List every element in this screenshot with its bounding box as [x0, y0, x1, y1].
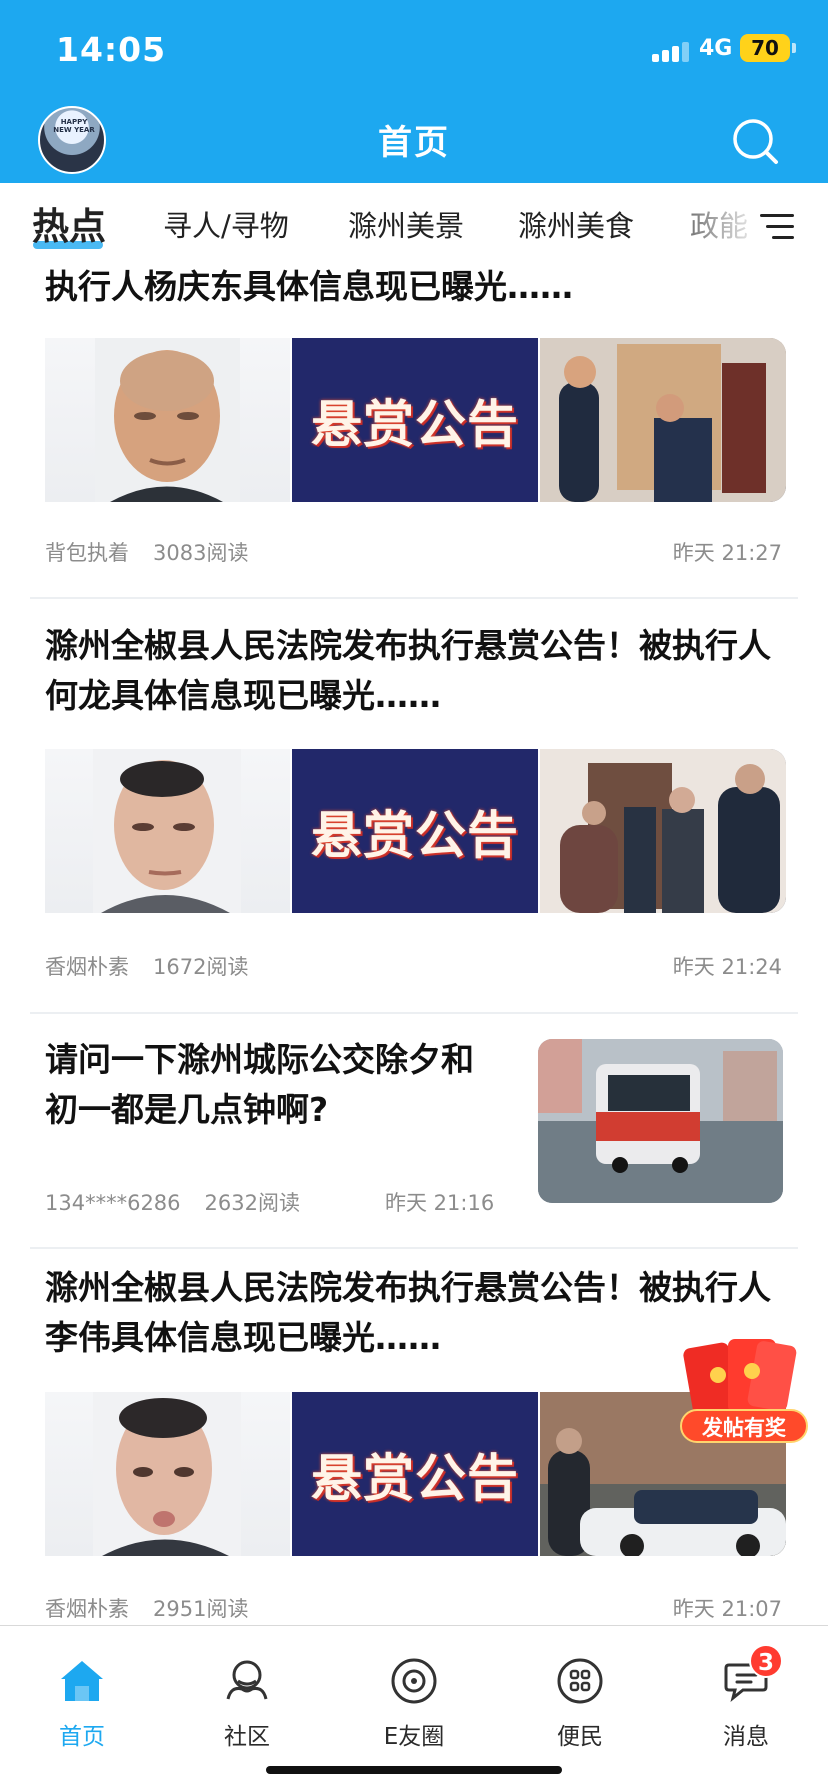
page-title: 首页: [378, 123, 450, 163]
article-reads: 3083阅读: [153, 541, 249, 565]
status-bar: 14:05 4G 70: [0, 0, 828, 98]
reward-notice-text: 悬赏公告: [310, 807, 519, 866]
post-reward-label: 发帖有奖: [680, 1409, 808, 1443]
tab-scenery[interactable]: 滁州美景: [348, 203, 464, 245]
portrait-image: [45, 338, 290, 502]
battery-indicator: 70: [740, 34, 790, 62]
nav-friends-label: E友圈: [383, 1724, 445, 1750]
tab-fade-overlay: [690, 183, 828, 257]
nav-home-label: 首页: [59, 1724, 105, 1750]
home-icon: [61, 1661, 103, 1701]
article-images[interactable]: 悬赏公告: [45, 749, 786, 913]
nav-services-label: 便民: [557, 1724, 603, 1750]
reward-notice-text: 悬赏公告: [310, 1450, 519, 1509]
tab-lost-found[interactable]: 寻人/寻物: [163, 203, 289, 245]
status-time: 14:05: [56, 30, 167, 69]
bus-image: [538, 1039, 783, 1203]
article-reads: 2632阅读: [204, 1191, 300, 1215]
community-icon: [226, 1660, 268, 1700]
friends-icon: [391, 1658, 437, 1704]
nav-messages-label: 消息: [723, 1724, 769, 1750]
article-title[interactable]: 滁州全椒县人民法院发布执行悬赏公告！被执行人何龙具体信息现已曝光……: [45, 621, 790, 721]
reward-notice-image: 悬赏公告: [292, 749, 538, 913]
article-images[interactable]: 悬赏公告: [45, 1392, 786, 1556]
article-reads: 2951阅读: [153, 1597, 249, 1621]
article-time: 昨天 21:16: [385, 1191, 495, 1215]
article-meta: 香烟朴素 2951阅读: [45, 1593, 248, 1623]
article-author: 134****6286: [45, 1191, 181, 1215]
article-author: 香烟朴素: [45, 1597, 129, 1621]
message-badge: 3: [749, 1644, 783, 1678]
home-indicator: [266, 1766, 562, 1774]
divider: [30, 1247, 798, 1249]
article-author: 香烟朴素: [45, 955, 129, 979]
article-reads: 1672阅读: [153, 955, 249, 979]
scene-image: [540, 749, 786, 913]
reward-notice-image: 悬赏公告: [292, 338, 538, 502]
red-packet-icon: [683, 1339, 797, 1417]
article-author: 背包执着: [45, 541, 129, 565]
nav-community-label: 社区: [224, 1724, 270, 1750]
post-reward-float[interactable]: 发帖有奖: [676, 1331, 808, 1451]
divider: [30, 1012, 798, 1014]
article-time: 昨天 21:27: [672, 541, 782, 565]
signal-icon: [652, 40, 694, 62]
article-title[interactable]: 执行人杨庆东具体信息现已曝光……: [45, 262, 790, 312]
reward-notice-image: 悬赏公告: [292, 1392, 538, 1556]
article-meta: 香烟朴素 1672阅读: [45, 951, 248, 981]
menu-icon[interactable]: [760, 214, 794, 240]
article-meta: 134****6286 2632阅读: [45, 1187, 300, 1217]
top-header: 14:05 4G 70 HAPPY NEW YEAR 首页: [0, 0, 828, 183]
app-root: 14:05 4G 70 HAPPY NEW YEAR 首页 热点 寻人/寻物 滁…: [0, 0, 828, 1792]
tab-hot[interactable]: 热点: [32, 196, 106, 250]
portrait-image: [45, 1392, 290, 1556]
article-time: 昨天 21:07: [672, 1597, 782, 1621]
portrait-image: [45, 749, 290, 913]
reward-notice-text: 悬赏公告: [310, 396, 519, 455]
article-title[interactable]: 请问一下滁州城际公交除夕和初一都是几点钟啊?: [45, 1035, 485, 1135]
article-time: 昨天 21:24: [672, 955, 782, 979]
divider: [30, 597, 798, 599]
services-icon: [557, 1658, 603, 1704]
scene-image: [540, 338, 786, 502]
tab-food[interactable]: 滁州美食: [518, 203, 634, 245]
search-icon[interactable]: [730, 116, 780, 166]
article-images[interactable]: 悬赏公告: [45, 338, 786, 502]
article-meta: 背包执着 3083阅读: [45, 537, 248, 567]
network-type: 4G: [699, 36, 733, 61]
category-tabs: 热点 寻人/寻物 滁州美景 滁州美食 政能: [0, 183, 828, 257]
battery-tip-icon: [792, 43, 796, 53]
